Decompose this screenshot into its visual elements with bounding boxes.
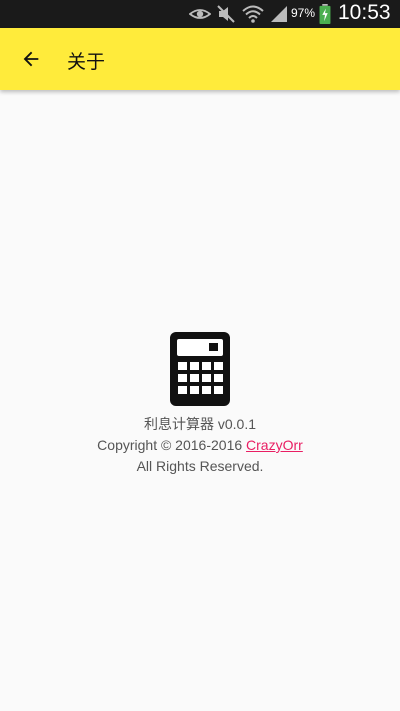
signal-icon (271, 6, 287, 22)
app-name-version: 利息计算器 v0.0.1 (143, 416, 257, 432)
status-bar: 97% 10:53 (0, 0, 400, 28)
eye-icon (189, 9, 211, 19)
back-button[interactable] (12, 40, 50, 78)
wifi-icon (242, 5, 264, 23)
author-link[interactable]: CrazyOrr (246, 437, 303, 453)
rights-text: All Rights Reserved. (136, 458, 264, 474)
copyright-text: Copyright © 2016-2016 (97, 437, 247, 453)
battery-charging-icon (319, 4, 331, 24)
clock-time: 10:53 (338, 1, 391, 24)
app-bar: 关于 (0, 28, 400, 90)
page-title: 关于 (67, 51, 106, 73)
arrow-back-icon (23, 51, 39, 67)
battery-percent: 97% (291, 6, 316, 20)
about-info: 利息计算器 v0.0.1 Copyright © 2016-2016 Crazy… (0, 414, 400, 477)
mute-icon (217, 5, 235, 23)
copyright-line: Copyright © 2016-2016 CrazyOrr (0, 435, 400, 456)
calculator-icon (170, 332, 230, 406)
